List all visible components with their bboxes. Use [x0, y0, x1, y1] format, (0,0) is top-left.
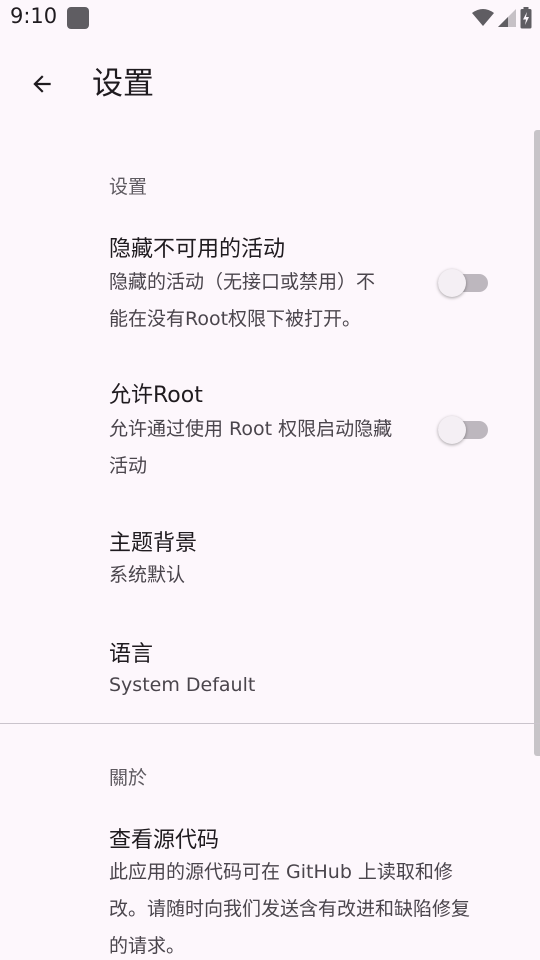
settings-screen: 9:10 设置 设置 隐藏不可用的活动 隐藏的活动（无接口或禁用）不 能在没有R… — [0, 0, 540, 960]
pref-language-value: System Default — [109, 674, 256, 696]
pref-theme[interactable]: 主题背景 系统默认 — [0, 516, 530, 606]
pref-hide-unavailable-title: 隐藏不可用的活动 — [109, 237, 286, 262]
pref-hide-unavailable-summary-2: 能在没有Root权限下被打开。 — [109, 308, 362, 330]
pref-language-title: 语言 — [109, 642, 154, 667]
notification-icon — [67, 7, 89, 29]
pref-view-source-code[interactable]: 查看源代码 此应用的源代码可在 GitHub 上读取和修 改。请随时向我们发送含… — [0, 814, 530, 960]
signal-icon — [498, 9, 516, 27]
pref-allow-root-title: 允许Root — [109, 383, 203, 408]
switch-thumb — [438, 269, 466, 297]
pref-source-title: 查看源代码 — [109, 828, 220, 853]
pref-allow-root[interactable]: 允许Root 允许通过使用 Root 权限启动隐藏 活动 — [0, 374, 530, 494]
section-divider — [0, 723, 540, 724]
pref-theme-title: 主题背景 — [109, 531, 198, 556]
pref-source-summary-1: 此应用的源代码可在 GitHub 上读取和修 — [109, 861, 453, 883]
pref-hide-unavailable-summary-1: 隐藏的活动（无接口或禁用）不 — [109, 271, 376, 293]
hide-unavailable-switch[interactable] — [438, 269, 490, 297]
switch-thumb — [438, 416, 466, 444]
status-icons — [472, 6, 532, 30]
pref-source-summary-2: 改。请随时向我们发送含有改进和缺陷修复 — [109, 898, 471, 920]
scrollbar[interactable] — [534, 130, 540, 756]
pref-allow-root-summary-2: 活动 — [109, 455, 148, 477]
status-time: 9:10 — [10, 4, 58, 28]
page-title: 设置 — [92, 66, 154, 102]
status-bar: 9:10 — [0, 0, 540, 36]
allow-root-switch[interactable] — [438, 416, 490, 444]
pref-language[interactable]: 语言 System Default — [0, 626, 530, 716]
wifi-icon — [472, 9, 494, 26]
top-app-bar: 设置 — [0, 36, 540, 132]
battery-charging-icon — [520, 7, 532, 29]
pref-hide-unavailable[interactable]: 隐藏不可用的活动 隐藏的活动（无接口或禁用）不 能在没有Root权限下被打开。 — [0, 226, 530, 350]
pref-allow-root-summary-1: 允许通过使用 Root 权限启动隐藏 — [109, 418, 393, 440]
back-button[interactable] — [18, 60, 66, 108]
pref-theme-value: 系统默认 — [109, 564, 186, 586]
section-header-about: 關於 — [109, 767, 148, 789]
pref-source-summary-3: 的请求。 — [109, 935, 186, 957]
section-header-settings: 设置 — [109, 176, 148, 198]
arrow-back-icon — [33, 75, 51, 93]
